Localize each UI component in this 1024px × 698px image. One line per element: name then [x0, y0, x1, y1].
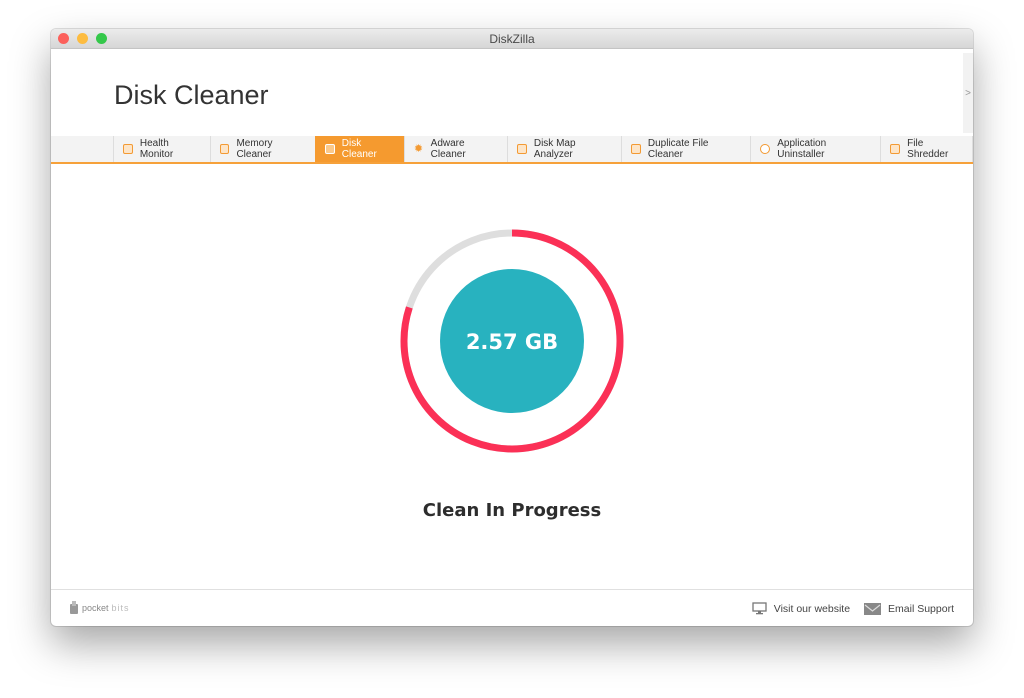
tab-disk-map-analyzer[interactable]: Disk Map Analyzer — [507, 136, 621, 162]
visit-website-label: Visit our website — [773, 602, 851, 615]
footer: pocket bits Visit our website Email Suppo… — [51, 589, 973, 626]
header: Disk Cleaner > — [51, 49, 973, 136]
tab-health-monitor[interactable]: Health Monitor — [113, 136, 210, 162]
tab-label: File Shredder — [907, 138, 949, 160]
status-text: Clean In Progress — [422, 500, 602, 521]
gear-icon — [760, 144, 771, 154]
email-support-label: Email Support — [888, 602, 954, 615]
envelope-icon — [864, 602, 882, 615]
tab-label: Application Uninstaller — [777, 138, 827, 160]
tab-file-shredder[interactable]: File Shredder — [880, 136, 973, 162]
bug-icon: ✹ — [413, 143, 424, 155]
tab-adware-cleaner[interactable]: ✹ Adware Cleaner — [403, 136, 507, 162]
disk-icon — [324, 144, 335, 154]
shredder-icon — [890, 144, 901, 154]
duplicate-icon — [631, 144, 641, 154]
tab-label: Duplicate File Cleaner — [647, 138, 709, 160]
tab-memory-cleaner[interactable]: Memory Cleaner — [209, 136, 315, 162]
tab-application-uninstaller[interactable]: Application Uninstaller — [750, 136, 880, 162]
monitor-icon — [219, 144, 230, 154]
monitor-icon — [752, 602, 767, 615]
tab-label: Disk Cleaner — [341, 138, 377, 160]
brand-prefix: pocket — [82, 603, 109, 613]
side-panel-toggle[interactable]: > — [963, 53, 973, 133]
chart-icon — [517, 144, 527, 154]
tab-label: Adware Cleaner — [430, 138, 466, 160]
app-window: DiskZilla Disk Cleaner > Health Monitor … — [51, 29, 973, 626]
pocketbits-logo-icon — [70, 601, 78, 614]
tab-disk-cleaner[interactable]: Disk Cleaner — [314, 136, 404, 162]
tab-bar: Health Monitor Memory Cleaner Disk Clean… — [51, 136, 973, 164]
tab-label: Memory Cleaner — [236, 138, 273, 160]
progress-ring: 2.57 GB — [400, 229, 624, 453]
main-content: 2.57 GB Clean In Progress — [51, 164, 973, 588]
tab-duplicate-file-cleaner[interactable]: Duplicate File Cleaner — [621, 136, 750, 162]
tab-label: Disk Map Analyzer — [533, 138, 576, 160]
email-support-link[interactable]: Email Support — [864, 602, 954, 615]
health-monitor-icon — [123, 144, 133, 154]
visit-website-link[interactable]: Visit our website — [752, 602, 850, 615]
brand-suffix: bits — [111, 603, 130, 613]
brand-logo: pocket bits — [69, 601, 130, 615]
cleaned-size: 2.57 GB — [466, 330, 558, 354]
tab-label: Health Monitor — [139, 138, 174, 160]
title-bar: DiskZilla — [51, 29, 973, 49]
window-title: DiskZilla — [489, 32, 535, 46]
page-title: Disk Cleaner — [114, 80, 269, 110]
